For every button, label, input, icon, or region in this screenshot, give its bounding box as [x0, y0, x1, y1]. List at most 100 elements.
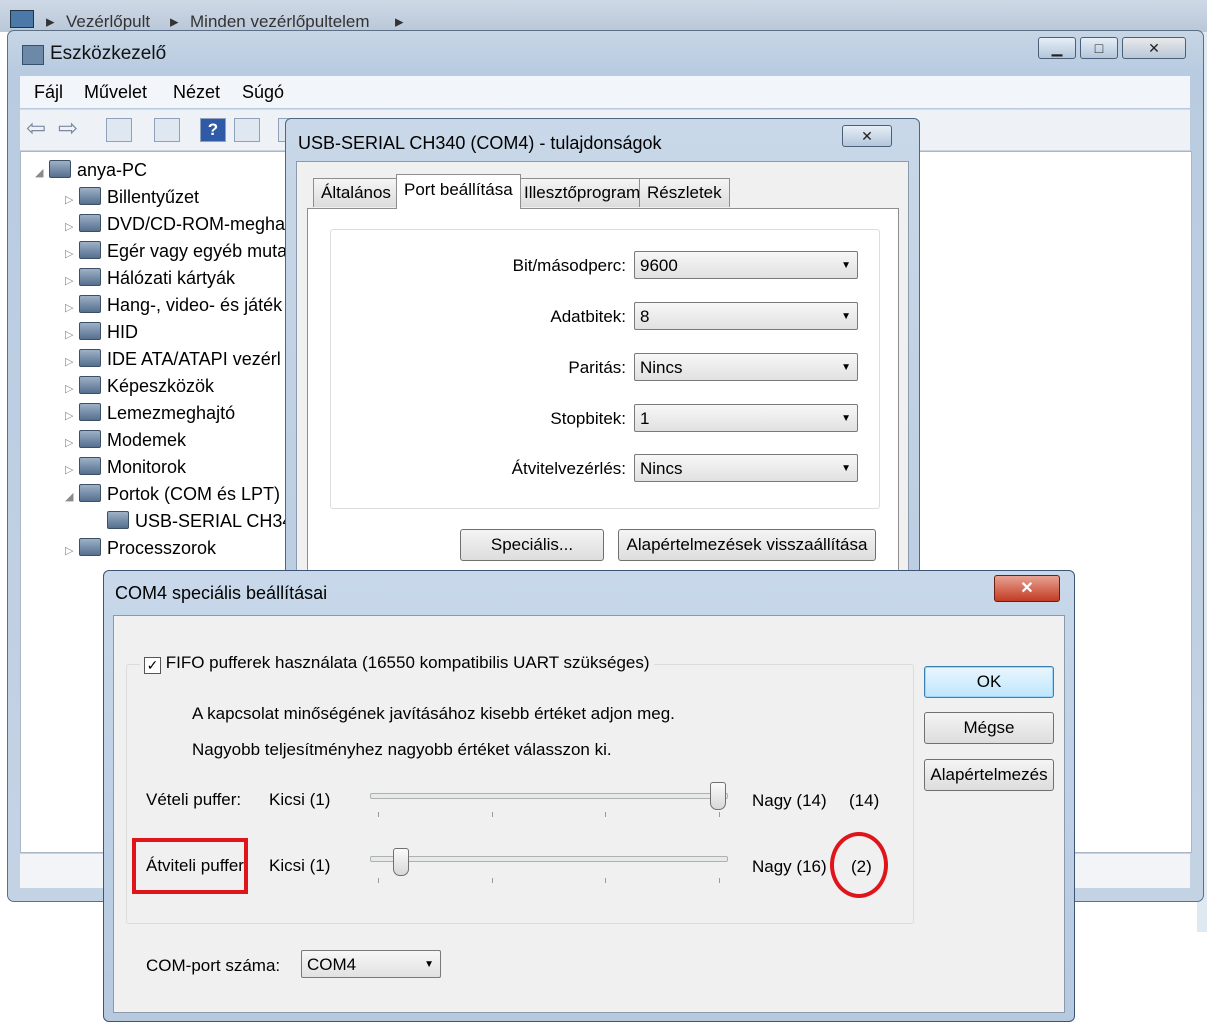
parity-label: Paritás:: [568, 358, 626, 377]
tree-item-hid[interactable]: ▷ HID: [65, 320, 138, 344]
com-port-value: COM4: [307, 955, 357, 974]
fifo-checkbox[interactable]: ✓: [144, 657, 161, 674]
disk-drive-icon: [79, 403, 101, 421]
parity-select[interactable]: Nincs ▼: [634, 353, 858, 381]
stop-bits-select[interactable]: 1 ▼: [634, 404, 858, 432]
tab-details[interactable]: Részletek: [639, 178, 730, 207]
fifo-checkbox-label: FIFO pufferek használata (16550 kompatib…: [165, 653, 650, 672]
menu-help[interactable]: Súgó: [242, 82, 284, 103]
com-port-select[interactable]: COM4 ▼: [301, 950, 441, 978]
expand-triangle-icon[interactable]: ▷: [65, 458, 79, 482]
explorer-address-bar: ▸ Vezérlőpult ▸ Minden vezérlőpultelem ▸: [0, 0, 1207, 32]
forward-arrow-icon[interactable]: ⇨: [58, 114, 78, 143]
minimize-button[interactable]: ▁: [1038, 37, 1076, 59]
expand-triangle-icon[interactable]: ▷: [65, 323, 79, 347]
advanced-settings-dialog: COM4 speciális beállításai ✕ ✓ FIFO puff…: [103, 570, 1075, 1022]
tree-item-processors[interactable]: ▷ Processzorok: [65, 536, 216, 560]
breadcrumb-all-items[interactable]: Minden vezérlőpultelem: [190, 12, 370, 32]
menu-file[interactable]: Fájl: [34, 82, 63, 103]
data-bits-label: Adatbitek:: [550, 307, 626, 326]
back-arrow-icon[interactable]: ⇦: [26, 114, 46, 143]
show-hide-tree-icon[interactable]: [106, 118, 132, 142]
dvd-drive-icon: [79, 214, 101, 232]
transmit-buffer-track[interactable]: [370, 856, 728, 862]
help-icon[interactable]: ?: [200, 118, 226, 142]
expand-triangle-icon[interactable]: ▷: [65, 242, 79, 266]
close-button[interactable]: ✕: [994, 575, 1060, 602]
tree-item-network[interactable]: ▷ Hálózati kártyák: [65, 266, 235, 290]
tree-item-disk[interactable]: ▷ Lemezmeghajtó: [65, 401, 235, 425]
receive-buffer-min-label: Kicsi (1): [269, 790, 331, 809]
tree-item-ports[interactable]: ◢ Portok (COM és LPT): [65, 482, 280, 506]
tree-item-keyboard[interactable]: ▷ Billentyűzet: [65, 185, 199, 209]
tab-port-settings[interactable]: Port beállítása: [396, 174, 521, 209]
slider-tick: [492, 878, 493, 883]
dialog-title: USB-SERIAL CH340 (COM4) - tulajdonságok: [298, 133, 662, 153]
baud-rate-value: 9600: [640, 256, 678, 275]
receive-buffer-label: Vételi puffer:: [146, 790, 242, 809]
transmit-value-highlight-circle: [830, 832, 888, 898]
restore-defaults-button[interactable]: Alapértelmezések visszaállítása: [618, 529, 876, 561]
tree-item-imaging[interactable]: ▷ Képeszközök: [65, 374, 214, 398]
receive-buffer-track[interactable]: [370, 793, 728, 799]
tab-general[interactable]: Általános: [313, 178, 399, 207]
port-icon: [107, 511, 129, 529]
view-icon[interactable]: [234, 118, 260, 142]
tree-item-modems[interactable]: ▷ Modemek: [65, 428, 186, 452]
menu-action[interactable]: Művelet: [84, 82, 147, 103]
collapse-triangle-icon[interactable]: ◢: [35, 161, 49, 185]
tree-item-dvd[interactable]: ▷ DVD/CD-ROM-megha: [65, 212, 285, 236]
network-adapter-icon: [79, 268, 101, 286]
dropdown-arrow-icon: ▼: [841, 362, 851, 373]
tree-item-label: Billentyűzet: [107, 187, 200, 207]
menu-view[interactable]: Nézet: [173, 82, 220, 103]
baud-rate-select[interactable]: 9600 ▼: [634, 251, 858, 279]
close-button[interactable]: ✕: [1122, 37, 1186, 59]
expand-triangle-icon[interactable]: ▷: [65, 431, 79, 455]
expand-triangle-icon[interactable]: ▷: [65, 377, 79, 401]
slider-tick: [378, 878, 379, 883]
tree-root[interactable]: ◢ anya-PC: [35, 158, 147, 182]
close-button[interactable]: ✕: [842, 125, 892, 147]
hint-performance: Nagyobb teljesítményhez nagyobb értéket …: [192, 740, 612, 759]
computer-icon: [49, 160, 71, 178]
breadcrumb-control-panel[interactable]: Vezérlőpult: [66, 12, 150, 32]
breadcrumb-separator: ▸: [46, 12, 55, 31]
ide-controller-icon: [79, 349, 101, 367]
modem-icon: [79, 430, 101, 448]
expand-triangle-icon[interactable]: ▷: [65, 350, 79, 374]
slider-tick: [492, 812, 493, 817]
data-bits-select[interactable]: 8 ▼: [634, 302, 858, 330]
hid-icon: [79, 322, 101, 340]
tree-item-label: HID: [107, 322, 138, 342]
expand-triangle-icon[interactable]: ▷: [65, 188, 79, 212]
keyboard-icon: [79, 187, 101, 205]
defaults-button[interactable]: Alapértelmezés: [924, 759, 1054, 791]
maximize-button[interactable]: □: [1080, 37, 1118, 59]
mouse-icon: [79, 241, 101, 259]
slider-tick: [605, 812, 606, 817]
expand-triangle-icon[interactable]: ▷: [65, 269, 79, 293]
expand-triangle-icon[interactable]: ▷: [65, 215, 79, 239]
collapse-triangle-icon[interactable]: ◢: [65, 485, 79, 509]
tree-item-monitors[interactable]: ▷ Monitorok: [65, 455, 186, 479]
properties-icon[interactable]: [154, 118, 180, 142]
tree-item-label: Képeszközök: [107, 376, 215, 396]
fifo-checkbox-row[interactable]: ✓ FIFO pufferek használata (16550 kompat…: [140, 653, 654, 675]
expand-triangle-icon[interactable]: ▷: [65, 539, 79, 563]
cancel-button[interactable]: Mégse: [924, 712, 1054, 744]
tree-item-mouse[interactable]: ▷ Egér vagy egyéb muta: [65, 239, 287, 263]
ok-button[interactable]: OK: [924, 666, 1054, 698]
transmit-buffer-slider-thumb[interactable]: [392, 848, 409, 876]
tab-driver[interactable]: Illesztőprogram: [516, 178, 649, 207]
expand-triangle-icon[interactable]: ▷: [65, 404, 79, 428]
expand-triangle-icon[interactable]: ▷: [65, 296, 79, 320]
tree-item-usb-serial[interactable]: USB-SERIAL CH34: [107, 509, 292, 533]
hint-quality: A kapcsolat minőségének javításához kise…: [192, 704, 675, 723]
tree-item-ide[interactable]: ▷ IDE ATA/ATAPI vezérl: [65, 347, 281, 371]
advanced-button[interactable]: Speciális...: [460, 529, 604, 561]
receive-buffer-slider-thumb[interactable]: [710, 782, 726, 810]
flow-control-select[interactable]: Nincs ▼: [634, 454, 858, 482]
tree-item-sound[interactable]: ▷ Hang-, video- és játék: [65, 293, 282, 317]
control-panel-icon: [10, 10, 34, 28]
